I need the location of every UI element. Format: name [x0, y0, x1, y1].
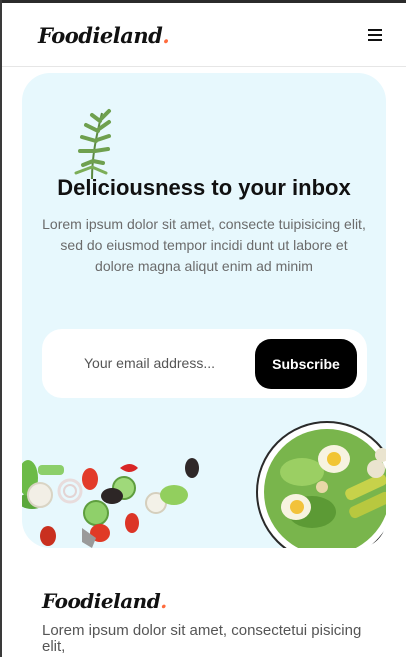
herb-leaf-icon [74, 109, 111, 180]
menu-line [368, 29, 382, 31]
footer-logo[interactable]: Foodieland. [42, 589, 167, 613]
window-frame-left [0, 0, 2, 657]
newsletter-title: Deliciousness to your inbox [57, 175, 351, 200]
logo-dot: . [162, 23, 170, 48]
footer-logo-text: Foodieland [42, 589, 161, 613]
menu-line [368, 39, 382, 41]
logo-text: Foodieland [38, 23, 163, 48]
site-logo[interactable]: Foodieland. [38, 23, 170, 48]
email-input[interactable] [62, 347, 262, 379]
newsletter-section: Deliciousness to your inbox Lorem ipsum … [22, 73, 386, 548]
hamburger-menu-icon[interactable] [366, 27, 386, 43]
site-header: Foodieland. [2, 3, 406, 67]
subscribe-button[interactable]: Subscribe [255, 339, 357, 389]
newsletter-description: Lorem ipsum dolor sit amet, consecte tui… [42, 216, 366, 274]
footer-tagline: Lorem ipsum dolor sit amet, consectetui … [42, 622, 362, 655]
flying-vegetables-image [22, 458, 199, 548]
subscribe-form: Subscribe [42, 329, 367, 398]
menu-line [368, 34, 382, 36]
footer-logo-dot: . [160, 589, 167, 613]
salad-bowl-image [256, 421, 386, 548]
